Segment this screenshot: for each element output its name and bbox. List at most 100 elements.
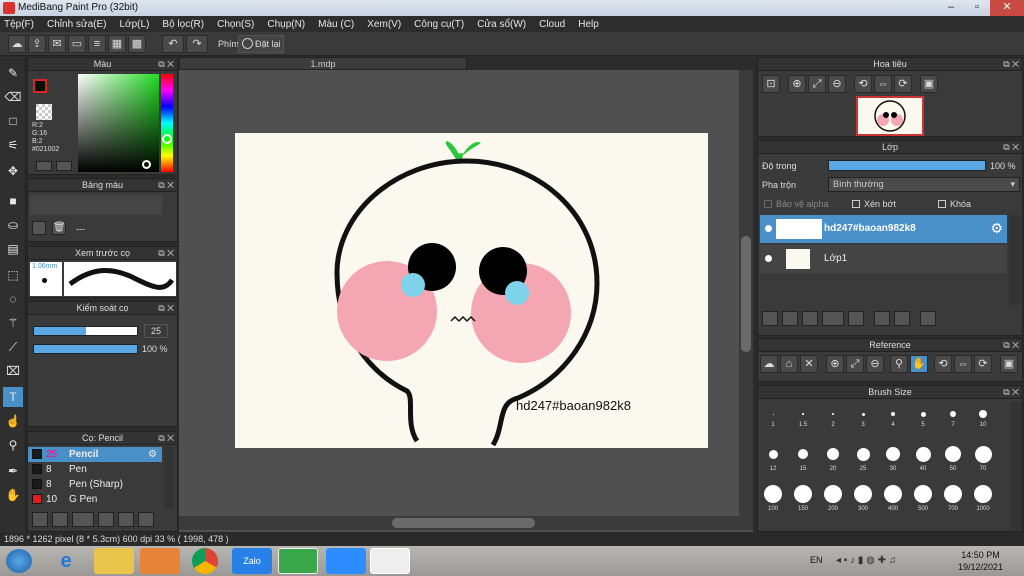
flip-icon[interactable]: ⇔ [874,75,892,93]
new-8bit-layer-icon[interactable] [802,311,818,326]
menu-snap[interactable]: Chụp(N) [267,19,305,30]
brush-size-option[interactable]: 150 [789,482,817,520]
new-file-icon[interactable]: ▭ [68,35,86,53]
brush-size-option[interactable]: 40 [909,442,937,480]
select-rect-tool-icon[interactable]: ⬚ [3,265,23,285]
start-button[interactable] [6,549,32,573]
move-tool-icon[interactable]: ✥ [3,161,23,181]
brush-duplicate-icon[interactable] [138,512,154,527]
clock[interactable]: 14:50 PM 19/12/2021 [958,549,1003,573]
brush-size-option[interactable]: 200 [819,482,847,520]
rotate-left-icon[interactable]: ⟲ [854,75,872,93]
brush-item-pen[interactable]: 8 Pen [28,462,162,477]
brush-size-option[interactable]: 2 [819,402,847,440]
fill-rect-tool-icon[interactable]: ■ [3,191,23,211]
menu-select[interactable]: Chọn(S) [217,19,254,30]
reference-zoom-out-icon[interactable]: ⊖ [866,355,884,373]
cloud-icon[interactable]: ☁ [8,35,26,53]
layer-visibility-icon[interactable] [765,255,772,262]
zoom-in-icon[interactable]: ⊕ [788,75,806,93]
menu-file[interactable]: Tệp(F) [4,19,34,30]
brush-size-option[interactable]: 20 [819,442,847,480]
palette-swap-icon[interactable] [56,161,72,171]
media-player-icon[interactable] [140,548,180,574]
redo-icon[interactable]: ↷ [186,35,208,53]
menu-color[interactable]: Màu (C) [318,19,354,30]
duplicate-layer-icon[interactable] [874,311,890,326]
palette-delete-icon[interactable]: 🗑 [52,221,66,235]
menu-cloud[interactable]: Cloud [539,19,565,30]
brush-size-option[interactable]: 1000 [969,482,997,520]
hue-handle[interactable] [162,134,172,144]
minimize-button[interactable]: – [938,0,964,16]
brush-size-scrollbar[interactable] [1010,402,1022,530]
clip-checkbox[interactable] [852,200,860,208]
menu-view[interactable]: Xem(V) [367,19,401,30]
file-explorer-icon[interactable] [94,548,134,574]
tray-icons[interactable]: ◂ ▪ ♪ ▮ ◍ ✚ ♫ [836,555,936,567]
layer-scrollbar[interactable] [1009,215,1021,305]
reset-button[interactable]: Đặt lại [238,35,284,53]
gear-icon[interactable]: ⚙ [148,447,157,462]
brush-add-icon[interactable] [32,512,48,527]
dot-tool-icon[interactable]: ⚟ [3,135,23,155]
operation-tool-icon[interactable]: ☝ [3,411,23,431]
reference-rotate-left-icon[interactable]: ⟲ [934,355,952,373]
layer-blend-select[interactable]: Bình thường ▾ [828,177,1020,192]
brush-size-option[interactable]: 25 [849,442,877,480]
brush-size-option[interactable]: 300 [849,482,877,520]
brush-list-scrollbar[interactable] [164,447,174,509]
gradient-tool-icon[interactable]: ▤ [3,239,23,259]
brush-size-slider[interactable] [33,326,138,336]
brush-size-option[interactable]: 700 [939,482,967,520]
layer-row[interactable]: hd247#baoan982k8 ⚙ [760,215,1007,243]
new-layer-icon[interactable] [762,311,778,326]
brush-size-value[interactable]: 25 [144,324,168,338]
brush-settings-icon[interactable] [98,512,114,527]
menu-help[interactable]: Help [578,19,599,30]
layer-row[interactable]: Lớp1 [760,245,1007,273]
document-icon[interactable]: ≡ [88,35,106,53]
protect-alpha-checkbox[interactable] [764,200,772,208]
brush-size-option[interactable]: 4 [879,402,907,440]
reference-hand-icon[interactable]: ✋ [910,355,928,373]
undo-icon[interactable]: ↶ [162,35,184,53]
chrome-icon[interactable] [192,548,218,574]
brush-size-option[interactable]: 12 [759,442,787,480]
brush-size-option[interactable]: 1 [759,402,787,440]
grid-icon[interactable]: ▦ [108,35,126,53]
brush-size-option[interactable]: 15 [789,442,817,480]
brush-folder-icon[interactable] [118,512,134,527]
brush-size-option[interactable]: 70 [969,442,997,480]
palette-add-icon[interactable] [36,161,52,171]
menu-filter[interactable]: Bộ lọc(R) [162,19,204,30]
brush-tool-icon[interactable]: ✎ [3,63,23,83]
transparent-swatch[interactable] [36,104,52,120]
reference-cloud-icon[interactable]: ☁ [760,355,778,373]
menu-window[interactable]: Cửa sổ(W) [477,19,526,30]
zoom-out-icon[interactable]: ⊖ [828,75,846,93]
bucket-tool-icon[interactable]: ⛀ [3,215,23,235]
color-picker-handle[interactable] [142,160,151,169]
select-pen-tool-icon[interactable]: ⟋ [3,337,23,357]
layer-folder-icon[interactable] [848,311,864,326]
reference-eyedropper-icon[interactable]: ⚲ [890,355,908,373]
navigator-thumbnail[interactable] [856,96,924,136]
brush-item-pencil[interactable]: 25 Pencil ⚙ [28,447,162,462]
brush-size-option[interactable]: 3 [849,402,877,440]
magic-wand-tool-icon[interactable]: ⚚ [3,313,23,333]
reference-flip-icon[interactable]: ⇔ [954,355,972,373]
eyedropper-tool-icon[interactable]: ⚲ [3,435,23,455]
language-indicator[interactable]: EN [810,555,823,565]
rectangle-tool-icon[interactable]: □ [3,111,23,131]
gear-icon[interactable]: ⚙ [990,220,1003,237]
hand-tool-icon[interactable]: ✋ [3,485,23,505]
foreground-color-swatch[interactable] [33,79,47,93]
delete-layer-icon[interactable] [920,311,936,326]
brush-size-option[interactable]: 1.5 [789,402,817,440]
menu-tools[interactable]: Công cụ(T) [414,19,464,30]
brush-import-icon[interactable] [72,512,94,527]
merge-layer-icon[interactable] [894,311,910,326]
reference-rotate-right-icon[interactable]: ⟳ [974,355,992,373]
add-layer-menu-icon[interactable] [822,311,844,326]
